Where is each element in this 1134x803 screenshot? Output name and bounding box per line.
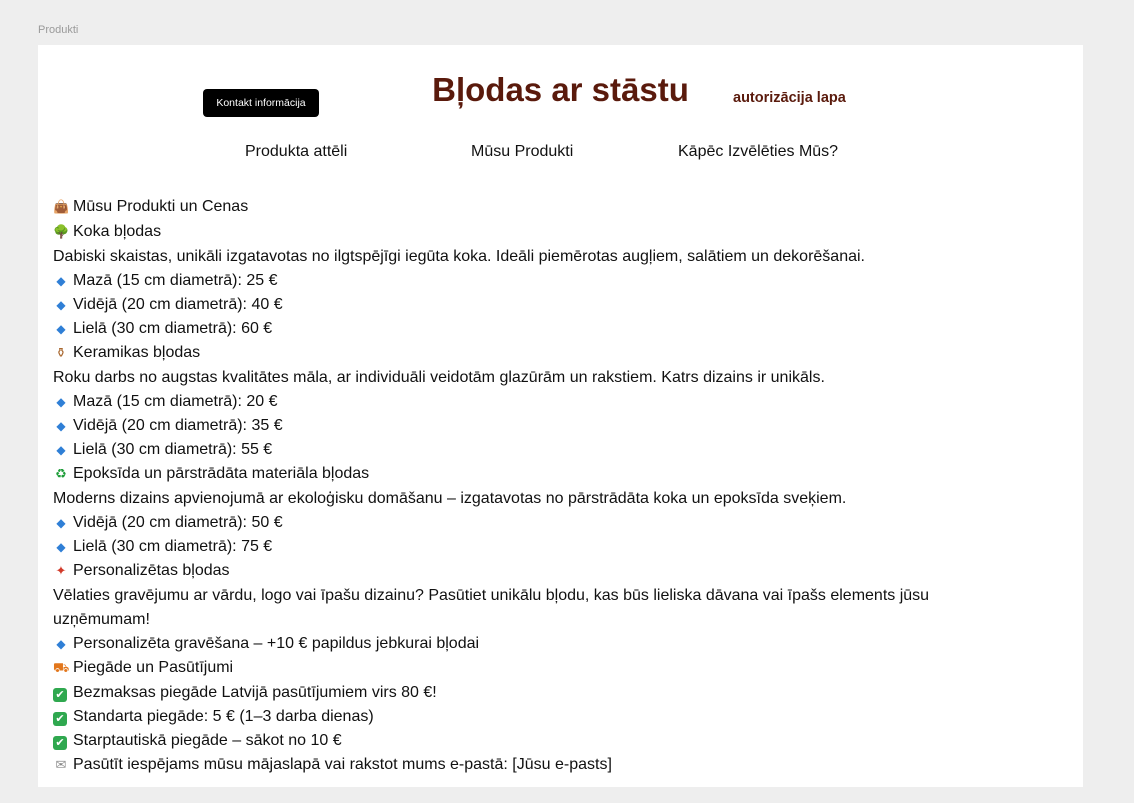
line-text: Roku darbs no augstas kvalitātes māla, a… [53, 369, 825, 386]
line-text: Vidējā (20 cm diametrā): 35 € [73, 417, 283, 434]
recycle-icon: ♻ [55, 467, 67, 482]
line-text: Personalizēta gravēšana – +10 € papildus… [73, 635, 480, 652]
description: Vēlaties gravējumu ar vārdu, logo vai īp… [53, 584, 1013, 632]
blue-diamond-icon: ◆ [56, 274, 66, 288]
price-item: ◆ Lielā (30 cm diametrā): 60 € [53, 317, 1013, 341]
line-text: Bezmaksas piegāde Latvijā pasūtījumiem v… [73, 684, 437, 701]
nav-our-products[interactable]: Mūsu Produkti [471, 143, 573, 161]
envelope-icon: ✉ [55, 758, 67, 773]
section-heading: ⛟ Piegāde un Pasūtījumi [53, 656, 1013, 681]
line-text: Pasūtīt iespējams mūsu mājaslapā vai rak… [73, 756, 612, 773]
frame-label: Produkti [38, 24, 79, 36]
description: Dabiski skaistas, unikāli izgatavotas no… [53, 245, 1013, 269]
line-text: Epoksīda un pārstrādāta materiāla bļodas [73, 465, 370, 482]
section-heading: ⚱ Keramikas bļodas [53, 341, 1013, 366]
line-text: Starptautiskā piegāde – sākot no 10 € [73, 732, 342, 749]
line-text: Mūsu Produkti un Cenas [73, 198, 249, 215]
description: Roku darbs no augstas kvalitātes māla, a… [53, 366, 1013, 390]
blue-diamond-icon: ◆ [56, 395, 66, 409]
section-heading: 🌳 Koka bļodas [53, 220, 1013, 245]
line-text: Moderns dizains apvienojumā ar ekoloģisk… [53, 490, 847, 507]
section-heading: 👜 Mūsu Produkti un Cenas [53, 195, 1013, 220]
site-title: Bļodas ar stāstu [432, 71, 689, 108]
section-heading: ♻ Epoksīda un pārstrādāta materiāla bļoda… [53, 462, 1013, 487]
check-mark-icon: ✔ [53, 736, 67, 750]
line-text: Piegāde un Pasūtījumi [73, 659, 234, 676]
line-text: Dabiski skaistas, unikāli izgatavotas no… [53, 248, 865, 265]
description: Moderns dizains apvienojumā ar ekoloģisk… [53, 487, 1013, 511]
gift-icon: ✦ [55, 564, 67, 579]
line-text: Mazā (15 cm diametrā): 20 € [73, 393, 278, 410]
price-item: ◆ Mazā (15 cm diametrā): 20 € [53, 390, 1013, 414]
price-item: ◆ Vidējā (20 cm diametrā): 50 € [53, 511, 1013, 535]
section-heading: ✦ Personalizētas bļodas [53, 559, 1013, 584]
blue-diamond-icon: ◆ [56, 540, 66, 554]
page-frame: Kontakt informācija Bļodas ar stāstu aut… [38, 45, 1083, 787]
nav-why-choose-us[interactable]: Kāpēc Izvēlēties Mūs? [678, 143, 838, 161]
price-item: ◆ Lielā (30 cm diametrā): 55 € [53, 438, 1013, 462]
amphora-icon: ⚱ [55, 346, 67, 361]
blue-diamond-icon: ◆ [56, 419, 66, 433]
blue-diamond-icon: ◆ [56, 322, 66, 336]
line-text: Vidējā (20 cm diametrā): 40 € [73, 296, 283, 313]
delivery-item: ✔ Standarta piegāde: 5 € (1–3 darba diena… [53, 705, 1013, 729]
blue-diamond-icon: ◆ [56, 637, 66, 651]
products-content: 👜 Mūsu Produkti un Cenas 🌳 Koka bļodas Dab… [53, 195, 1013, 778]
check-mark-icon: ✔ [53, 712, 67, 726]
line-text: Personalizētas bļodas [73, 562, 230, 579]
check-mark-icon: ✔ [53, 688, 67, 702]
delivery-truck-icon: ⛟ [53, 661, 70, 676]
price-item: ◆ Vidējā (20 cm diametrā): 35 € [53, 414, 1013, 438]
line-text: Keramikas bļodas [73, 344, 201, 361]
price-item: ◆ Personalizēta gravēšana – +10 € papildu… [53, 632, 1013, 656]
shopping-bags-icon: 👜 [53, 200, 70, 215]
line-text: Standarta piegāde: 5 € (1–3 darba dienas… [73, 708, 374, 725]
blue-diamond-icon: ◆ [56, 298, 66, 312]
price-item: ◆ Mazā (15 cm diametrā): 25 € [53, 269, 1013, 293]
blue-diamond-icon: ◆ [56, 443, 66, 457]
order-info: ✉ Pasūtīt iespējams mūsu mājaslapā vai ra… [53, 753, 1013, 778]
line-text: Vidējā (20 cm diametrā): 50 € [73, 514, 283, 531]
price-item: ◆ Vidējā (20 cm diametrā): 40 € [53, 293, 1013, 317]
blue-diamond-icon: ◆ [56, 516, 66, 530]
authorization-link[interactable]: autorizācija lapa [733, 90, 846, 106]
price-item: ◆ Lielā (30 cm diametrā): 75 € [53, 535, 1013, 559]
nav-product-images[interactable]: Produkta attēli [245, 143, 347, 161]
line-text: Koka bļodas [73, 223, 162, 240]
line-text: Lielā (30 cm diametrā): 55 € [73, 441, 273, 458]
line-text: Mazā (15 cm diametrā): 25 € [73, 272, 278, 289]
delivery-item: ✔ Bezmaksas piegāde Latvijā pasūtījumiem … [53, 681, 1013, 705]
line-text: Lielā (30 cm diametrā): 75 € [73, 538, 273, 555]
line-text: Lielā (30 cm diametrā): 60 € [73, 320, 273, 337]
delivery-item: ✔ Starptautiskā piegāde – sākot no 10 € [53, 729, 1013, 753]
line-text: Vēlaties gravējumu ar vārdu, logo vai īp… [53, 587, 930, 628]
tree-icon: 🌳 [53, 225, 70, 240]
